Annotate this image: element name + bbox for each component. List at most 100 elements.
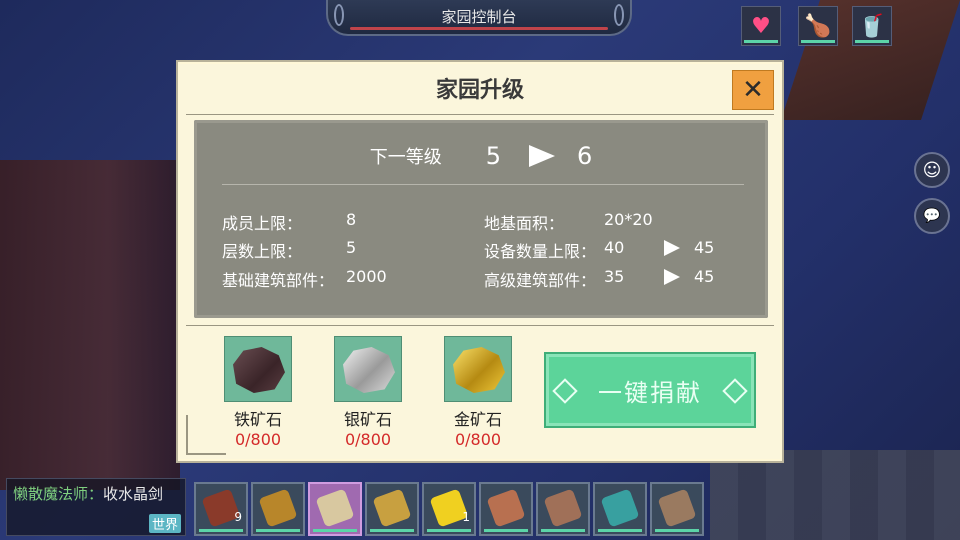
ore-count: 0/800: [234, 430, 282, 449]
status-level-bar: [855, 40, 889, 43]
hotbar-slot[interactable]: 1: [422, 482, 476, 536]
hotbar-slot[interactable]: [593, 482, 647, 536]
stat-next-value: 45: [694, 267, 715, 286]
durability-bar: [598, 529, 642, 532]
diamond-ornament-icon: [552, 378, 578, 404]
stat-value: 2000: [346, 267, 387, 286]
hotbar-slot[interactable]: 9: [194, 482, 248, 536]
device-limit-next: 45: [664, 238, 714, 257]
durability-bar: [256, 529, 300, 532]
stat-label: 基础建筑部件：: [222, 271, 335, 290]
ore-count: 0/800: [344, 430, 392, 449]
donate-label: 一键捐献: [598, 378, 702, 407]
stat-value: 5: [346, 238, 357, 257]
hotbar-slot[interactable]: [365, 482, 419, 536]
next-level-value: 6: [577, 142, 593, 170]
stat-value: 20*20: [604, 210, 653, 229]
durability-bar: [427, 529, 471, 532]
stat-value: 40: [604, 238, 625, 257]
corner-ornament: [186, 415, 226, 455]
stat-foundation-area: 地基面积： 20*20: [484, 210, 653, 234]
world-channel-badge[interactable]: 世界: [148, 514, 181, 533]
ore-iron[interactable]: 铁矿石 0/800: [213, 336, 303, 449]
blade-icon: [315, 488, 355, 528]
dialog-title: 家园升级: [435, 78, 524, 103]
hotbar: 91: [194, 482, 704, 536]
hotbar-slot[interactable]: [251, 482, 305, 536]
durability-bar: [370, 529, 414, 532]
home-upgrade-dialog: 家园升级 ✕ 下一等级 5 6 成员上限： 8 层数上限： 5 基础建筑部件： …: [176, 60, 784, 463]
chat-bubble-icon: 💬: [923, 208, 941, 224]
chat-message: 懒散魔法师：收水晶剑: [13, 483, 163, 504]
durability-bar: [199, 529, 243, 532]
bow-icon: [372, 488, 412, 528]
stat-label: 地基面积：: [484, 214, 565, 233]
ore-silver[interactable]: 银矿石 0/800: [323, 336, 413, 449]
gold-ore-icon: [444, 336, 512, 402]
divider: [186, 325, 774, 326]
chat-panel[interactable]: 懒散魔法师：收水晶剑 世界: [6, 478, 186, 536]
hide-icon: [543, 488, 583, 528]
arrow-right-icon: [529, 145, 555, 167]
durability-bar: [655, 529, 699, 532]
chat-button[interactable]: 💬: [914, 198, 950, 234]
stat-basic-parts: 基础建筑部件： 2000: [222, 267, 387, 291]
close-button[interactable]: ✕: [732, 70, 774, 110]
stat-label: 设备数量上限：: [484, 242, 597, 261]
hotbar-slot[interactable]: [536, 482, 590, 536]
chat-text: 收水晶剑: [103, 485, 164, 503]
background-wall: [0, 160, 180, 490]
arrow-right-icon: [664, 268, 680, 285]
drink-status-button[interactable]: 🥤: [852, 6, 892, 46]
close-icon: ✕: [742, 75, 764, 105]
ore-name: 银矿石: [343, 410, 392, 429]
item-count: 9: [234, 510, 242, 524]
upgrade-info-panel: 下一等级 5 6 成员上限： 8 层数上限： 5 基础建筑部件： 2000 地基…: [194, 120, 768, 318]
status-level-bar: [801, 40, 835, 43]
spear-icon: [600, 488, 640, 528]
hotbar-slot[interactable]: [479, 482, 533, 536]
silver-ore-icon: [334, 336, 402, 402]
hotbar-slot[interactable]: [308, 482, 362, 536]
durability-bar: [541, 529, 585, 532]
next-level-label: 下一等级: [369, 147, 442, 168]
next-level-row: 下一等级 5 6: [194, 140, 768, 172]
stat-label: 层数上限：: [222, 242, 303, 261]
horn-icon: [258, 488, 298, 528]
banner-left-ornament: [334, 4, 344, 26]
heart-icon: ♥: [751, 13, 771, 39]
iron-ore-icon: [224, 336, 292, 402]
current-level: 5: [485, 142, 501, 170]
divider: [222, 184, 744, 185]
smile-icon: ☺: [922, 159, 942, 181]
item-count: 1: [462, 510, 470, 524]
ore-name: 铁矿石: [233, 410, 282, 429]
drink-icon: 🥤: [858, 13, 886, 39]
ore-count: 0/800: [454, 430, 502, 449]
meat-icon: 🍗: [804, 13, 832, 39]
stat-label: 高级建筑部件：: [484, 271, 597, 290]
banner-right-ornament: [614, 4, 624, 26]
emote-button[interactable]: ☺: [914, 152, 950, 188]
arrow-right-icon: [664, 239, 680, 256]
home-console-banner[interactable]: 家园控制台: [326, 0, 632, 36]
stat-label: 成员上限：: [222, 214, 303, 233]
background-floor: [710, 450, 960, 540]
stat-next-value: 45: [694, 238, 715, 257]
divider: [186, 114, 774, 115]
banner-title: 家园控制台: [441, 8, 517, 26]
status-level-bar: [744, 40, 778, 43]
stat-advanced-parts: 高级建筑部件： 35: [484, 267, 624, 291]
donate-all-button[interactable]: 一键捐献: [544, 352, 756, 428]
ore-gold[interactable]: 金矿石 0/800: [433, 336, 523, 449]
bat-icon: [486, 488, 526, 528]
stat-device-limit: 设备数量上限： 40: [484, 238, 624, 262]
banner-progress-bar: [350, 27, 608, 30]
stat-floor-limit: 层数上限： 5: [222, 238, 356, 262]
durability-bar: [313, 529, 357, 532]
meat-status-button[interactable]: 🍗: [798, 6, 838, 46]
diamond-ornament-icon: [722, 378, 748, 404]
chat-speaker: 懒散魔法师：: [13, 485, 104, 503]
heart-status-button[interactable]: ♥: [741, 6, 781, 46]
hotbar-slot[interactable]: [650, 482, 704, 536]
